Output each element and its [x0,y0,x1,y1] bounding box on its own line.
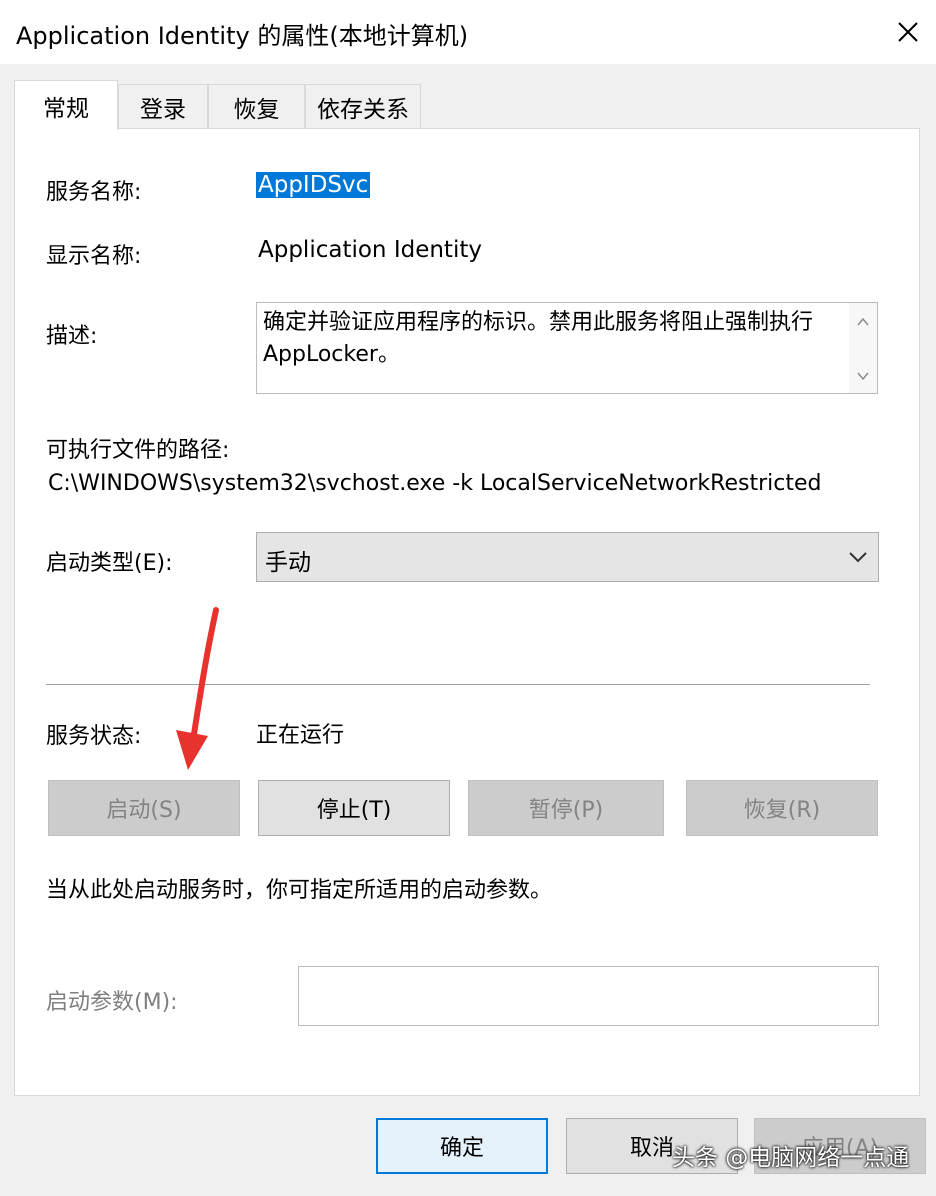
display-name-value: Application Identity [258,237,482,263]
scroll-down-icon[interactable] [856,369,870,383]
start-params-input[interactable] [298,966,879,1026]
service-status-label: 服务状态: [46,724,142,749]
start-params-label: 启动参数(M): [46,990,178,1015]
close-icon [898,22,918,42]
chevron-down-icon [849,552,867,563]
description-textbox[interactable]: 确定并验证应用程序的标识。禁用此服务将阻止强制执行 AppLocker。 [256,302,878,394]
startup-type-select[interactable]: 手动 [256,532,879,582]
resume-button[interactable]: 恢复(R) [686,780,878,836]
close-button[interactable] [880,0,936,64]
description-text: 确定并验证应用程序的标识。禁用此服务将阻止强制执行 AppLocker。 [263,310,814,367]
service-name-value[interactable]: AppIDSvc [256,172,371,198]
watermark-text: 头条 @电脑网络一点通 [672,1145,910,1171]
description-scrollbar[interactable] [849,303,877,393]
description-label: 描述: [46,324,98,349]
stop-button[interactable]: 停止(T) [258,780,450,836]
tab-dependencies[interactable]: 依存关系 [305,84,421,128]
service-status-value: 正在运行 [256,723,345,748]
window-title: Application Identity 的属性(本地计算机) [16,22,469,50]
general-panel [14,128,920,1096]
annotation-arrow-icon [176,607,219,770]
tab-general[interactable]: 常规 [14,80,118,130]
start-hint-text: 当从此处启动服务时，你可指定所适用的启动参数。 [46,878,553,903]
start-button[interactable]: 启动(S) [48,780,240,836]
exe-path-value: C:\WINDOWS\system32\svchost.exe -k Local… [48,471,822,496]
exe-path-label: 可执行文件的路径: [46,438,230,463]
tab-logon[interactable]: 登录 [118,84,208,128]
startup-type-label: 启动类型(E): [46,551,173,576]
display-name-label: 显示名称: [46,244,142,269]
scroll-up-icon[interactable] [856,315,870,329]
service-name-text: AppIDSvc [256,172,371,198]
ok-button[interactable]: 确定 [376,1118,548,1174]
tab-recovery[interactable]: 恢复 [208,84,305,128]
title-bar: Application Identity 的属性(本地计算机) [0,0,936,64]
pause-button[interactable]: 暂停(P) [468,780,664,836]
startup-type-value: 手动 [265,550,311,576]
service-name-label: 服务名称: [46,180,142,205]
